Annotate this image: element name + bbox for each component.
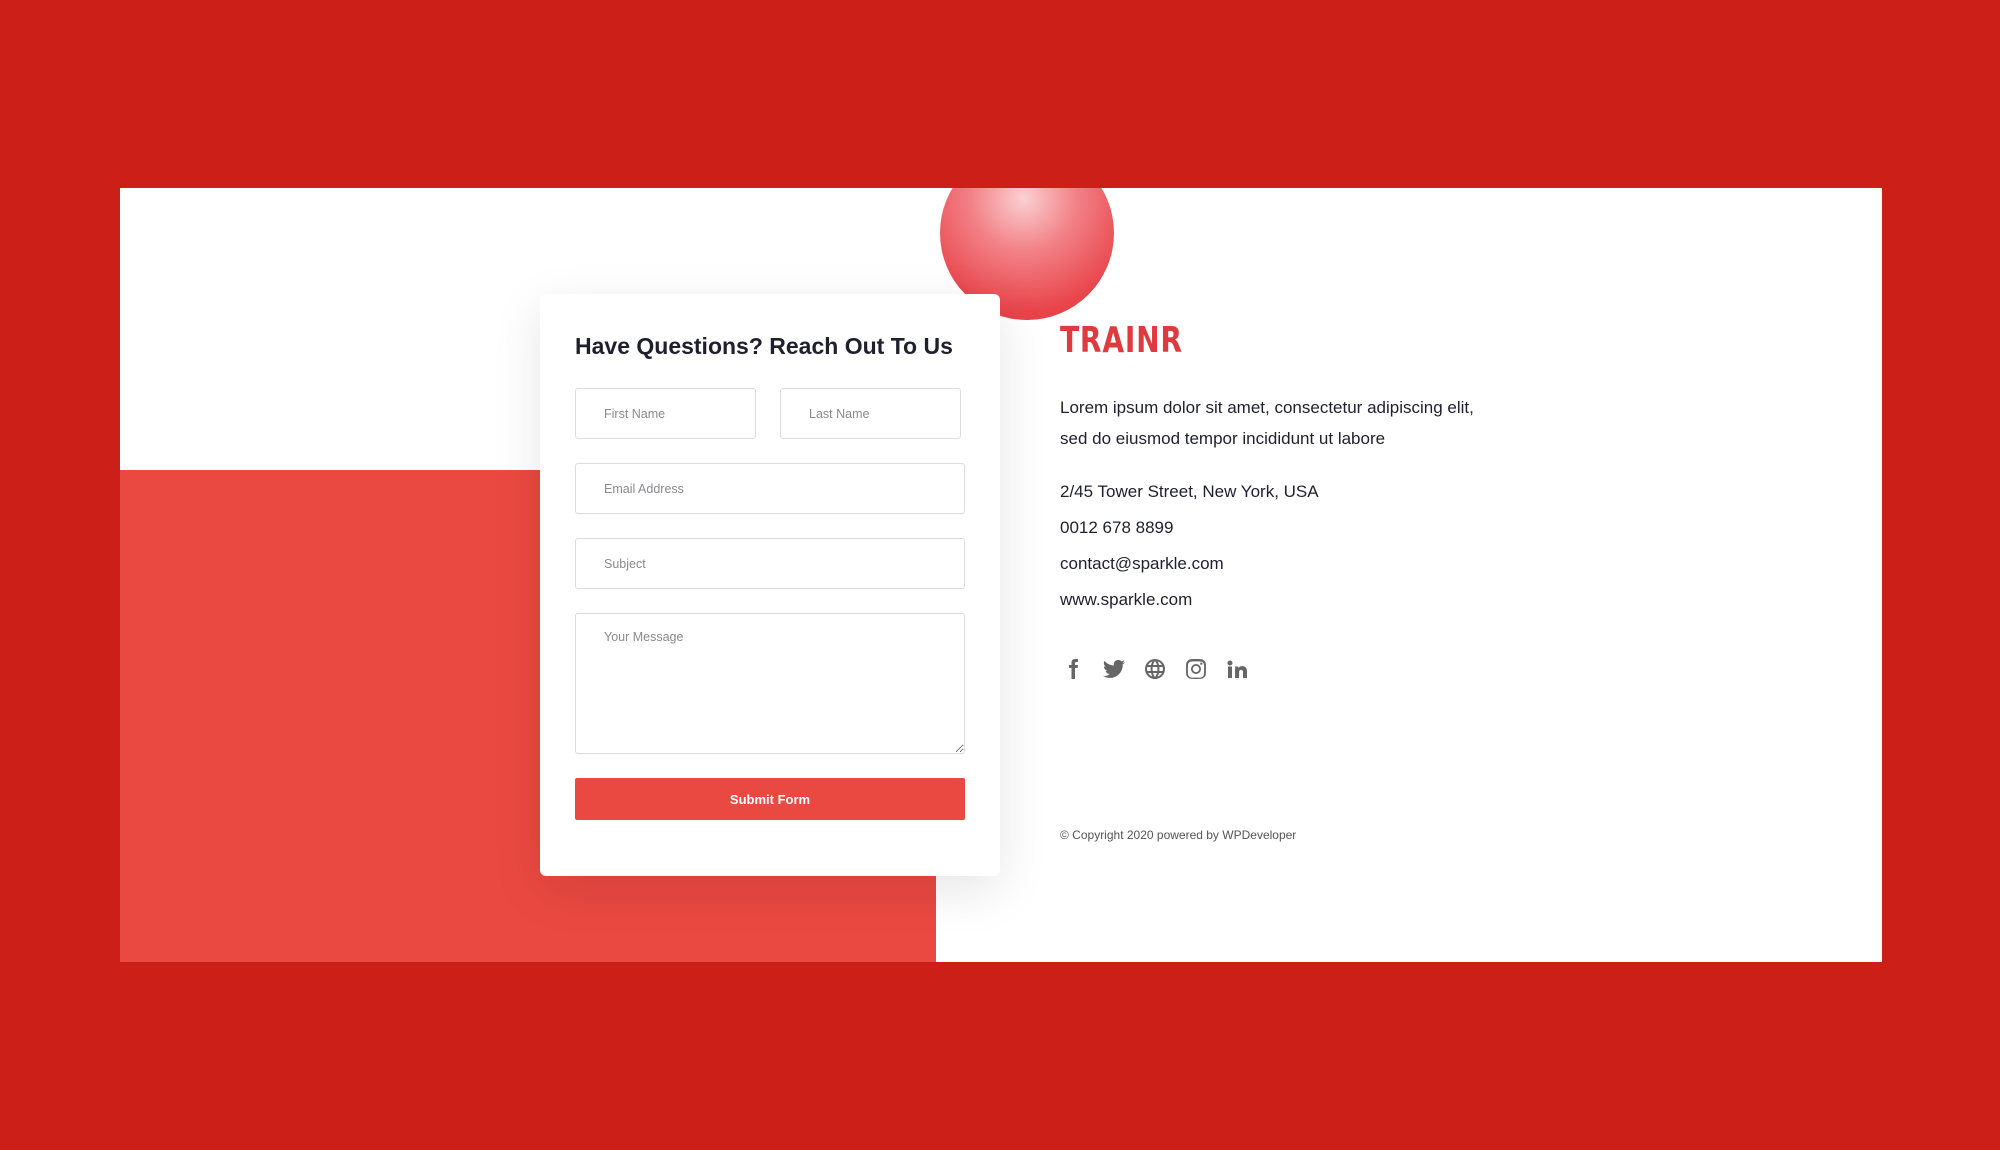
- email-text: contact@sparkle.com: [1060, 554, 1224, 573]
- company-description: Lorem ipsum dolor sit amet, consectetur …: [1060, 398, 1474, 448]
- contact-form: Have Questions? Reach Out To Us Submit F…: [540, 294, 1000, 876]
- last-name-input[interactable]: [780, 388, 961, 439]
- submit-form-button[interactable]: Submit Form: [575, 778, 965, 820]
- subject-input[interactable]: [575, 538, 965, 589]
- twitter-icon[interactable]: [1101, 656, 1127, 682]
- email-input[interactable]: [575, 463, 965, 514]
- instagram-icon[interactable]: [1183, 656, 1209, 682]
- website-text: www.sparkle.com: [1060, 590, 1193, 609]
- first-name-input[interactable]: [575, 388, 756, 439]
- globe-icon[interactable]: [1142, 656, 1168, 682]
- copyright-text: © Copyright 2020 powered by WPDeveloper: [1060, 828, 1297, 842]
- contact-details: 2/45 Tower Street, New York, USA 0012 67…: [1060, 474, 1480, 618]
- contact-section: Have Questions? Reach Out To Us Submit F…: [120, 188, 1882, 962]
- phone-text: 0012 678 8899: [1060, 518, 1174, 537]
- social-links: [1060, 656, 1480, 682]
- contact-info: TRAINR Lorem ipsum dolor sit amet, conse…: [1060, 322, 1480, 682]
- trainr-logo[interactable]: TRAINR: [1060, 322, 1183, 360]
- address-text: 2/45 Tower Street, New York, USA: [1060, 482, 1319, 501]
- linkedin-icon[interactable]: [1224, 656, 1250, 682]
- message-textarea[interactable]: [575, 613, 965, 754]
- facebook-icon[interactable]: [1060, 656, 1086, 682]
- form-title: Have Questions? Reach Out To Us: [575, 333, 953, 359]
